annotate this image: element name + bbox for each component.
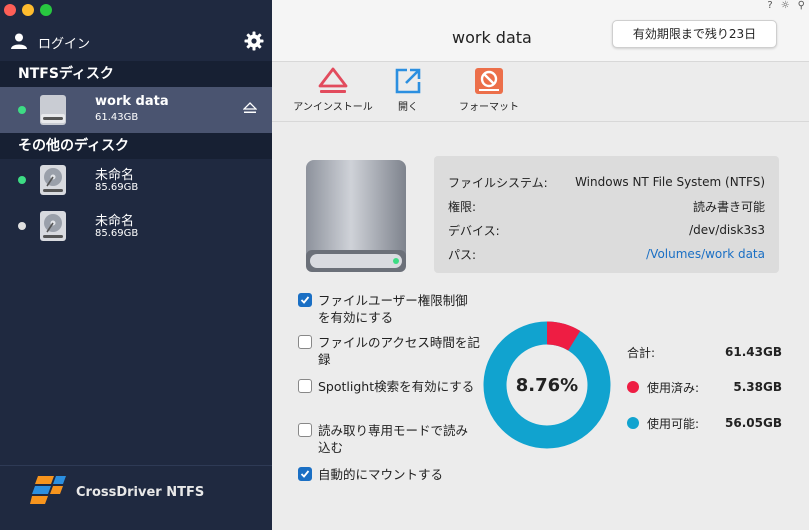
- brand: CrossDriver NTFS: [30, 474, 204, 511]
- toolbar: アンインストール 開く フォーマット: [272, 62, 809, 122]
- window-icons: ? ☼ ⚲: [767, 0, 805, 11]
- window-controls: [4, 4, 52, 16]
- device-value: /dev/disk3s3: [689, 223, 765, 237]
- disk-item-unnamed-1[interactable]: 未命名 85.69GB: [0, 157, 272, 203]
- disk-item-unnamed-2[interactable]: 未命名 85.69GB: [0, 203, 272, 249]
- disk-name: 未命名: [95, 168, 135, 183]
- disk-name: work data: [95, 94, 169, 109]
- user-icon: [10, 32, 28, 53]
- format-icon: [475, 68, 503, 94]
- disk-info-panel: ファイルシステム: Windows NT File System (NTFS) …: [434, 156, 779, 273]
- login-label: ログイン: [38, 36, 91, 52]
- open-button[interactable]: 開く: [390, 66, 426, 113]
- info-path: パス: /Volumes/work data: [448, 244, 765, 264]
- option-auto-mount[interactable]: 自動的にマウントする: [298, 466, 480, 483]
- zoom-window-button[interactable]: [40, 4, 52, 16]
- hard-disk-icon: [38, 164, 68, 199]
- close-window-button[interactable]: [4, 4, 16, 16]
- path-label: パス:: [448, 247, 477, 262]
- info-filesystem: ファイルシステム: Windows NT File System (NTFS): [448, 172, 765, 192]
- sidebar-divider: [0, 465, 272, 466]
- disk-item-work-data[interactable]: work data 61.43GB: [0, 87, 272, 133]
- minimize-window-button[interactable]: [22, 4, 34, 16]
- open-label: 開く: [398, 102, 418, 113]
- checkbox-checked[interactable]: [298, 293, 312, 307]
- open-external-icon: [395, 68, 421, 94]
- external-drive-illustration: [300, 158, 412, 279]
- ntfs-disks-header: NTFSディスク: [0, 61, 272, 87]
- option-user-permission[interactable]: ファイルユーザー権限制御を有効にする: [298, 292, 480, 326]
- info-device: デバイス: /dev/disk3s3: [448, 220, 765, 240]
- option-spotlight[interactable]: Spotlight検索を有効にする: [298, 378, 480, 395]
- login-row[interactable]: ログイン: [10, 30, 264, 54]
- disk-status-dot: [18, 222, 26, 230]
- disk-size: 61.43GB: [95, 112, 139, 123]
- disk-status-dot: [18, 176, 26, 184]
- format-button[interactable]: フォーマット: [456, 66, 522, 113]
- help-icon[interactable]: ?: [767, 0, 772, 11]
- uninstall-icon: [318, 67, 348, 93]
- brand-logo-icon: [30, 474, 68, 511]
- uninstall-label: アンインストール: [293, 102, 373, 113]
- option-label: ファイルのアクセス時間を記録: [318, 335, 480, 367]
- legend-total: 合計: 61.43GB: [627, 342, 782, 362]
- info-permission: 権限: 読み書き可能: [448, 196, 765, 216]
- hard-disk-icon: [38, 210, 68, 245]
- checkbox-unchecked[interactable]: [298, 423, 312, 437]
- format-label: フォーマット: [459, 102, 519, 113]
- sidebar: ログイン NTFSディスク work data 61.43GB その他のディスク…: [0, 0, 272, 530]
- permission-label: 権限:: [448, 199, 477, 214]
- free-color-dot: [627, 417, 639, 429]
- checkbox-checked[interactable]: [298, 467, 312, 481]
- used-label: 使用済み:: [647, 380, 700, 395]
- disk-name: 未命名: [95, 214, 135, 229]
- usage-percent: 8.76%: [515, 375, 579, 396]
- option-access-time[interactable]: ファイルのアクセス時間を記録: [298, 334, 480, 368]
- main-panel: ? ☼ ⚲ work data 有効期限まで残り23日 アンインストール 開く: [272, 0, 809, 530]
- legend-used: 使用済み: 5.38GB: [627, 377, 782, 397]
- eject-icon[interactable]: [242, 101, 258, 118]
- other-disks-header: その他のディスク: [0, 133, 272, 159]
- filesystem-label: ファイルシステム:: [448, 175, 548, 190]
- disk-status-dot: [18, 106, 26, 114]
- drive-icon: [38, 94, 68, 129]
- legend-free: 使用可能: 56.05GB: [627, 413, 782, 433]
- path-link[interactable]: /Volumes/work data: [646, 247, 765, 261]
- option-read-only[interactable]: 読み取り専用モードで読み込む: [298, 422, 480, 456]
- sun-icon[interactable]: ☼: [781, 0, 790, 11]
- pin-icon[interactable]: ⚲: [798, 0, 805, 11]
- uninstall-button[interactable]: アンインストール: [290, 66, 376, 113]
- filesystem-value: Windows NT File System (NTFS): [575, 175, 765, 189]
- option-label: ファイルユーザー権限制御を有効にする: [318, 293, 468, 325]
- checkbox-unchecked[interactable]: [298, 379, 312, 393]
- brand-name: CrossDriver NTFS: [76, 485, 205, 500]
- total-label: 合計:: [627, 345, 656, 360]
- option-label: 自動的にマウントする: [318, 467, 444, 482]
- used-color-dot: [627, 381, 639, 393]
- disk-size: 85.69GB: [95, 182, 139, 193]
- device-label: デバイス:: [448, 223, 500, 238]
- option-label: 読み取り専用モードで読み込む: [318, 423, 469, 455]
- used-value: 5.38GB: [733, 380, 782, 394]
- free-label: 使用可能:: [647, 416, 700, 431]
- option-label: Spotlight検索を有効にする: [318, 379, 475, 394]
- permission-value: 読み書き可能: [692, 199, 765, 214]
- title-bar: ? ☼ ⚲ work data 有効期限まで残り23日: [272, 0, 809, 62]
- trial-badge[interactable]: 有効期限まで残り23日: [612, 20, 777, 48]
- total-value: 61.43GB: [725, 345, 782, 359]
- disk-size: 85.69GB: [95, 228, 139, 239]
- checkbox-unchecked[interactable]: [298, 335, 312, 349]
- gear-icon[interactable]: [244, 31, 264, 54]
- free-value: 56.05GB: [725, 416, 782, 430]
